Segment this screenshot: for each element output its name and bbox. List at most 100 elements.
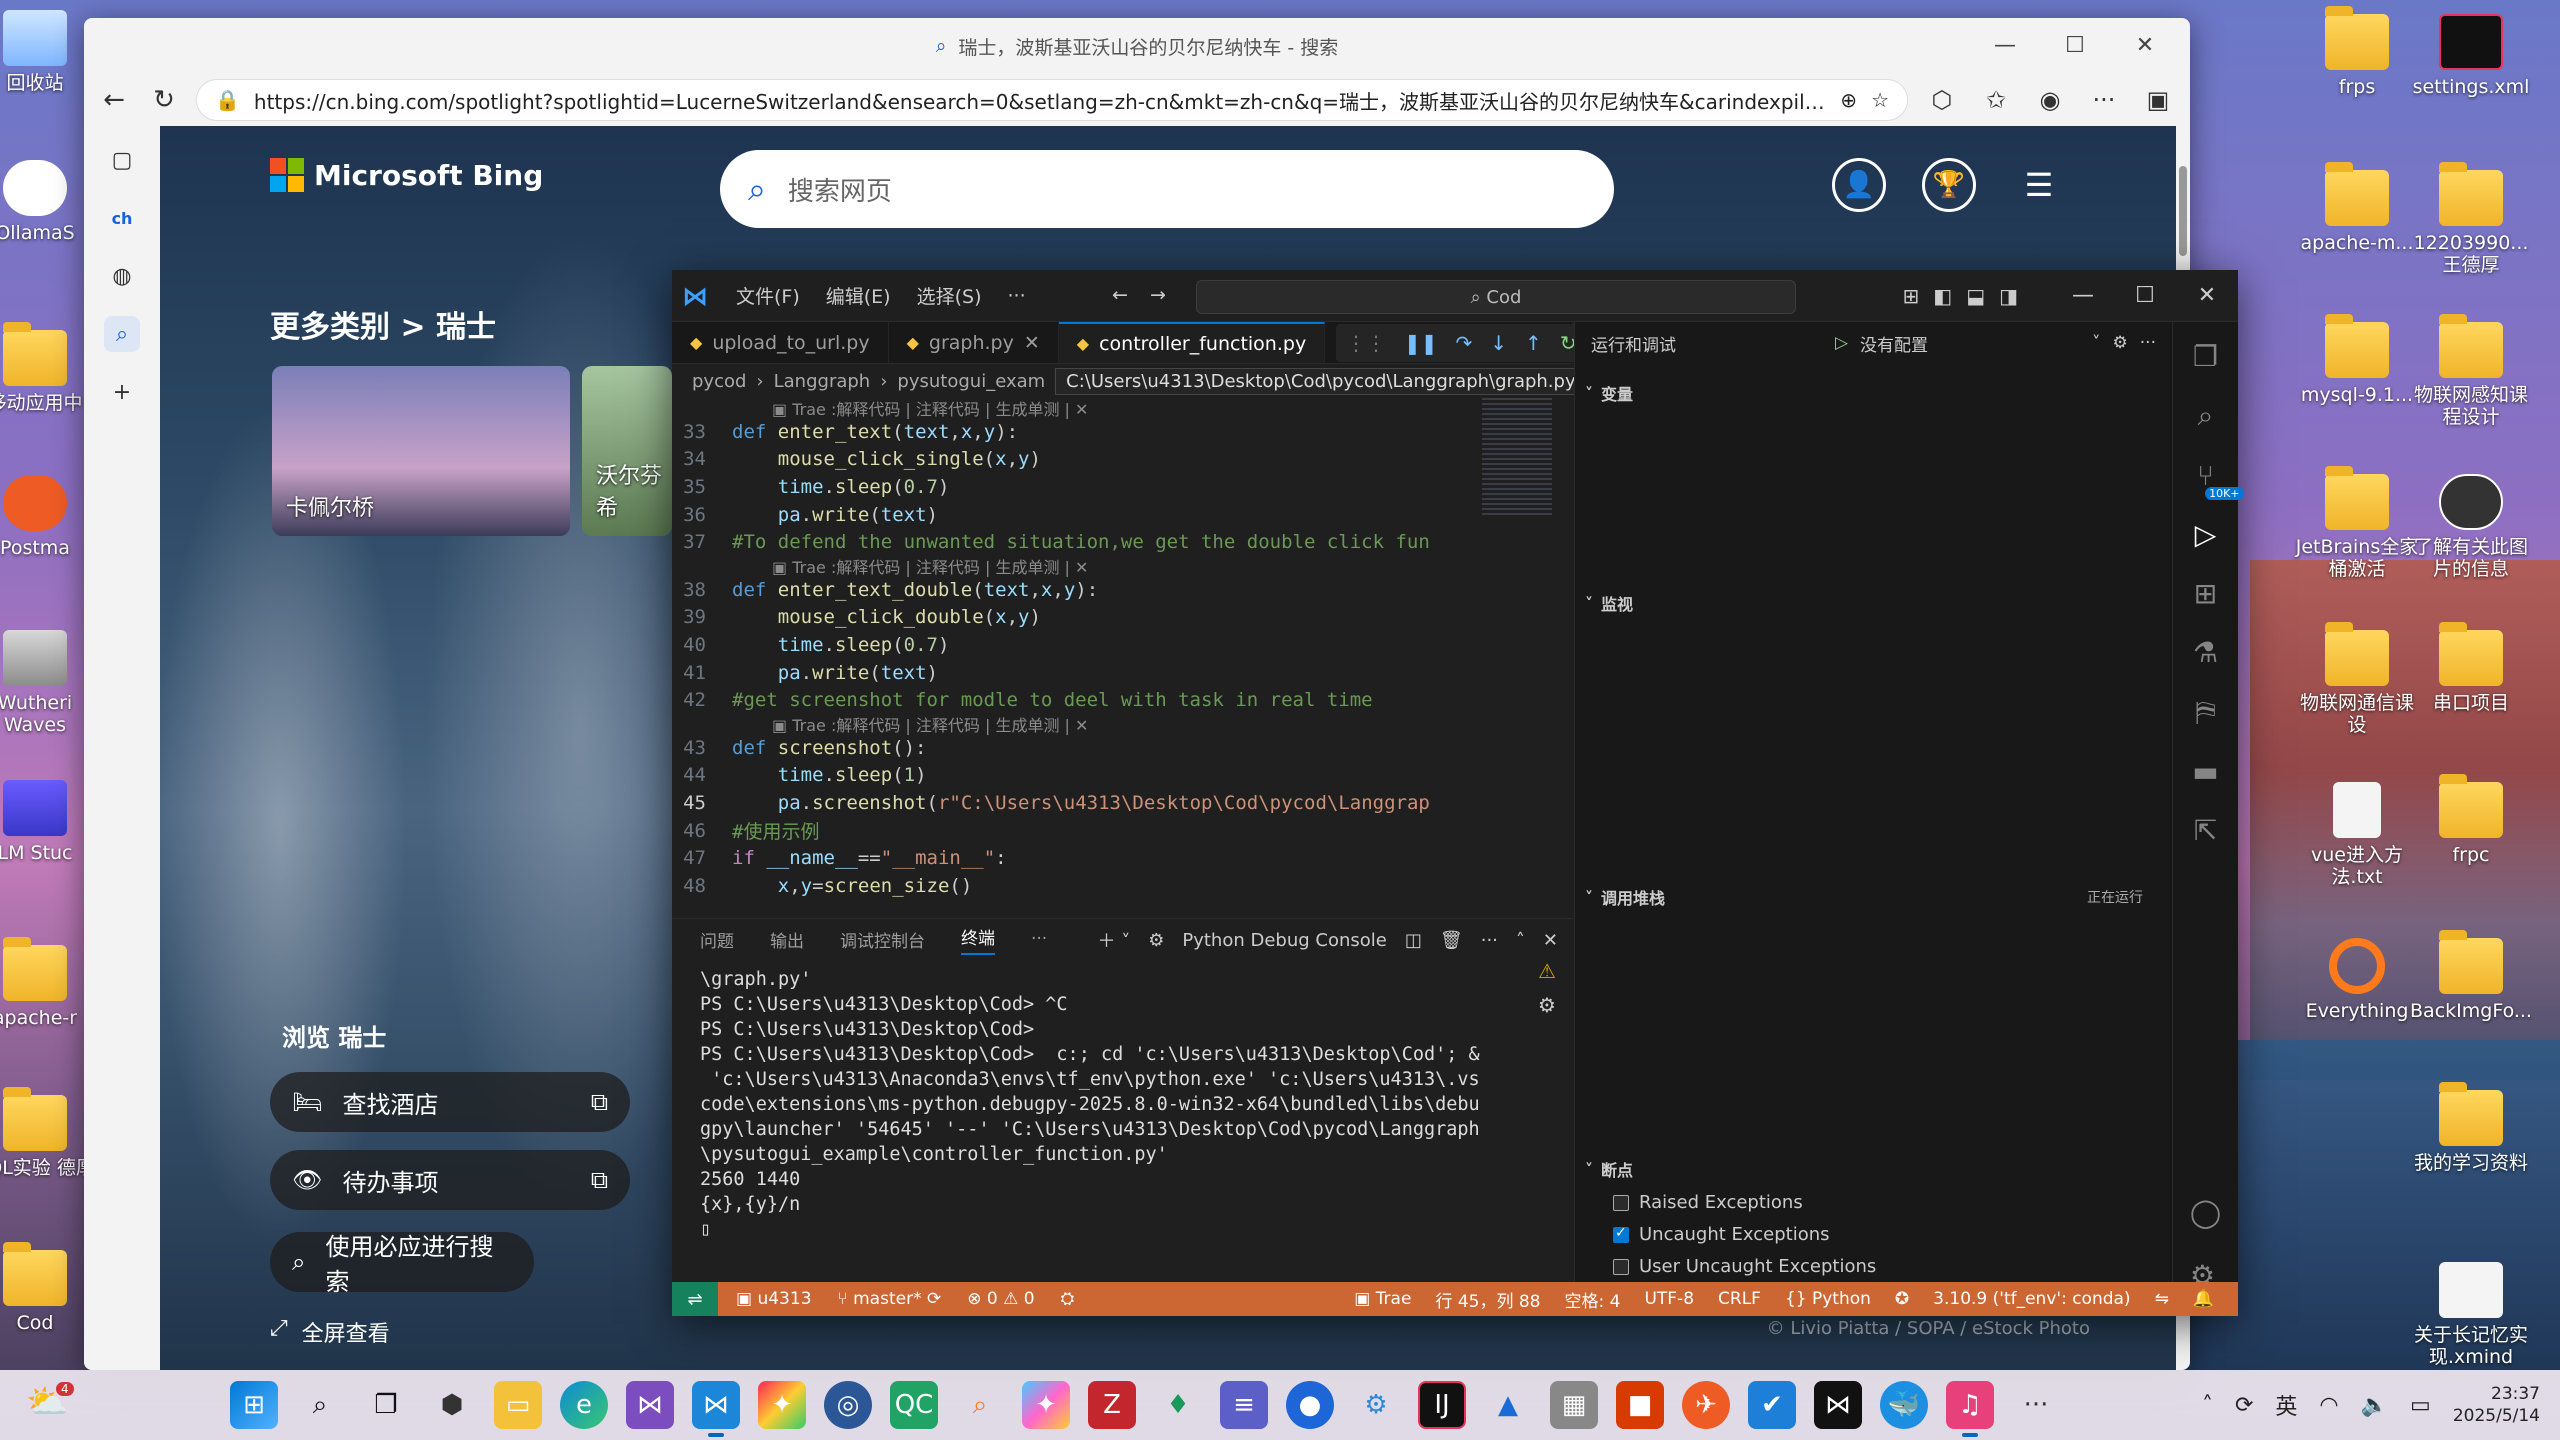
share-icon[interactable]: ⇱	[2194, 814, 2217, 847]
desktop-icon-12203990[interactable]: 12203990... 王德厚	[2406, 162, 2536, 276]
weather-widget-icon[interactable]: ⛅ 4	[26, 1382, 74, 1430]
status-problems[interactable]: ⊗ 0 ⚠ 0	[967, 1289, 1034, 1309]
lm-studio-icon[interactable]: ≡	[1220, 1381, 1268, 1429]
utility-app-icon[interactable]: ▦	[1550, 1381, 1598, 1429]
split-terminal-icon[interactable]: ◫	[1405, 930, 1422, 951]
volume-icon[interactable]: 🔈	[2361, 1393, 2388, 1418]
status-copilot-icon[interactable]: ✪	[1895, 1289, 1909, 1309]
more-apps-icon[interactable]: ···	[2012, 1381, 2060, 1429]
code-line[interactable]: 43 def screenshot():	[672, 734, 1572, 762]
zoom-icon[interactable]: ⊕	[1840, 88, 1857, 112]
section-call-stack[interactable]: ˅ 调用堆栈 正在运行	[1575, 882, 2173, 912]
favorites-icon[interactable]: ✩	[1976, 86, 2016, 114]
code-line[interactable]: 38 def enter_text_double(text,x,y):	[672, 576, 1572, 604]
maximize-panel-icon[interactable]: ˄	[1516, 930, 1525, 951]
menu-file[interactable]: 文件(F)	[736, 282, 800, 309]
source-control-icon[interactable]: ⑂ 10K+	[2197, 459, 2244, 500]
search-with-bing-button[interactable]: ⌕ 使用必应进行搜索	[270, 1232, 534, 1296]
desktop-icon-vue-txt[interactable]: vue进入方法.txt	[2292, 782, 2422, 888]
sidebar-search-icon[interactable]: ⌕	[104, 316, 140, 352]
bing-logo[interactable]: Microsoft Bing	[270, 158, 543, 192]
close-button[interactable]: ✕	[2110, 18, 2180, 74]
azure-icon[interactable]: ▲	[1484, 1381, 1532, 1429]
settings-app-icon[interactable]: ⚙	[1352, 1381, 1400, 1429]
checkbox[interactable]	[1613, 1258, 1629, 1275]
toggle-secondary-sidebar-icon[interactable]: ◨	[1999, 284, 2018, 308]
desktop-icon-mysql[interactable]: mysql-9.1...	[2292, 314, 2422, 406]
find-hotel-button[interactable]: 🛏 查找酒店 ⧉	[270, 1072, 630, 1132]
things-to-do-button[interactable]: 👁 待办事项 ⧉	[270, 1150, 630, 1210]
tab-upload-to-url[interactable]: ◆ upload_to_url.py	[672, 322, 889, 363]
code-line[interactable]: 48 x,y=screen_size()	[672, 872, 1572, 900]
postman-icon[interactable]: ✈	[1682, 1381, 1730, 1429]
maximize-button[interactable]: ☐	[2040, 18, 2110, 74]
code-line[interactable]: 44 time.sleep(1)	[672, 762, 1572, 790]
step-over-icon[interactable]: ↷	[1456, 331, 1473, 355]
thumbnail-kapellbrucke[interactable]: 卡佩尔桥	[272, 366, 570, 536]
status-broadcast-icon[interactable]: ⇋	[2155, 1289, 2169, 1309]
toggle-panel-icon[interactable]: ⬓	[1966, 284, 1985, 308]
status-language[interactable]: {} Python	[1785, 1289, 1871, 1309]
close-tab-icon[interactable]: ✕	[1024, 332, 1040, 354]
fullscreen-view-link[interactable]: ⤢ 全屏查看	[270, 1316, 390, 1348]
menu-edit[interactable]: 编辑(E)	[826, 282, 891, 309]
sidebar-toggle-icon[interactable]: ▣	[2138, 86, 2178, 114]
status-eol[interactable]: CRLF	[1718, 1289, 1761, 1309]
status-interpreter[interactable]: 3.10.9 ('tf_env': conda)	[1933, 1289, 2130, 1309]
desktop-icon-image-info[interactable]: 了解有关此图片的信息	[2406, 474, 2536, 580]
thumbnail-wolfenschiessen[interactable]: 沃尔芬希	[582, 366, 672, 536]
code-line[interactable]: 33 def enter_text(text,x,y):	[672, 418, 1572, 446]
favorite-star-icon[interactable]: ☆	[1871, 88, 1889, 112]
desktop-icon-frpc[interactable]: frpc	[2406, 774, 2536, 866]
rewards-trophy-icon[interactable]: 🏆	[1922, 158, 1976, 212]
desktop-icon-iot-comm[interactable]: 物联网通信课设	[2292, 622, 2422, 736]
breakpoint-uncaught-exceptions[interactable]: Uncaught Exceptions	[1613, 1224, 1830, 1245]
nav-back-icon[interactable]: ←	[1112, 284, 1128, 306]
codelens-actions[interactable]: ▣ Trae :解释代码 | 注释代码 | 生成单测 | ✕	[672, 556, 1572, 577]
new-terminal-icon[interactable]: ＋ ˅	[1097, 927, 1130, 953]
feishu-icon[interactable]: ✔	[1748, 1381, 1796, 1429]
pause-icon[interactable]: ❚❚	[1404, 331, 1438, 355]
extensions-icon[interactable]: ⊞	[2194, 577, 2217, 610]
anaconda-icon[interactable]: ◎	[824, 1381, 872, 1429]
section-watch[interactable]: ˅ 监视	[1575, 588, 2173, 618]
everything-search-icon[interactable]: ⌕	[956, 1381, 1004, 1429]
section-variables[interactable]: ˅ 变量	[1575, 378, 2173, 408]
copilot-ch-icon[interactable]: ch	[104, 200, 140, 236]
code-line[interactable]: 39 mouse_click_double(x,y)	[672, 604, 1572, 632]
code-line[interactable]: 37 #To defend the unwanted situation,we g…	[672, 528, 1572, 556]
terminal-name[interactable]: Python Debug Console	[1182, 930, 1387, 951]
vscode-minimize-button[interactable]: —	[2052, 270, 2114, 322]
code-line[interactable]: 34 mouse_click_single(x,y)	[672, 446, 1572, 474]
section-breakpoints[interactable]: ˅ 断点	[1575, 1154, 2173, 1184]
music-app-icon[interactable]: ♫	[1946, 1381, 1994, 1437]
code-line[interactable]: 36 pa.write(text)	[672, 501, 1572, 529]
code-line[interactable]: 35 time.sleep(0.7)	[672, 473, 1572, 501]
code-line[interactable]: 46 #使用示例	[672, 817, 1572, 845]
chat-app-icon[interactable]: ●	[1286, 1381, 1334, 1429]
url-field[interactable]: 🔒 https://cn.bing.com/spotlight?spotligh…	[196, 79, 1908, 121]
explorer-icon[interactable]: ❐	[2193, 340, 2218, 373]
desktop-icon-settings-xml[interactable]: settings.xml	[2406, 14, 2536, 98]
tray-sync-icon[interactable]: ⟳	[2235, 1393, 2253, 1418]
notifications-bell-icon[interactable]: 🔔	[2193, 1289, 2214, 1309]
code-line[interactable]: 45 pa.screenshot(r"C:\Users\u4313\Deskto…	[672, 789, 1572, 817]
globe-icon[interactable]: ◍	[104, 258, 140, 294]
layout-customize-icon[interactable]: ⊞	[1903, 284, 1920, 308]
more-menu-icon[interactable]: ···	[2084, 86, 2124, 114]
menu-more[interactable]: ···	[1008, 285, 1026, 307]
desktop-icon-apache-m[interactable]: apache-m...	[2292, 162, 2422, 254]
back-arrow-icon[interactable]: ←	[96, 85, 132, 115]
more-actions-icon[interactable]: ···	[2140, 333, 2156, 353]
docker-icon[interactable]: 🐳	[1880, 1381, 1928, 1429]
codelens-actions[interactable]: ▣ Trae :解释代码 | 注释代码 | 生成单测 | ✕	[672, 398, 1572, 419]
trash-icon[interactable]: 🗑	[1440, 930, 1463, 951]
panel-tab-output[interactable]: 输出	[770, 927, 804, 952]
panel-icon[interactable]: ▬	[2192, 755, 2218, 788]
file-explorer-icon[interactable]: ▭	[494, 1381, 542, 1429]
tab-controller-function[interactable]: ◆ controller_function.py	[1058, 322, 1326, 363]
tab-actions-icon[interactable]: ▢	[104, 142, 140, 178]
vscode-close-button[interactable]: ✕	[2176, 270, 2238, 322]
office-app-icon[interactable]: ■	[1616, 1381, 1664, 1429]
remote-icon[interactable]: ⛿	[2195, 695, 2215, 729]
